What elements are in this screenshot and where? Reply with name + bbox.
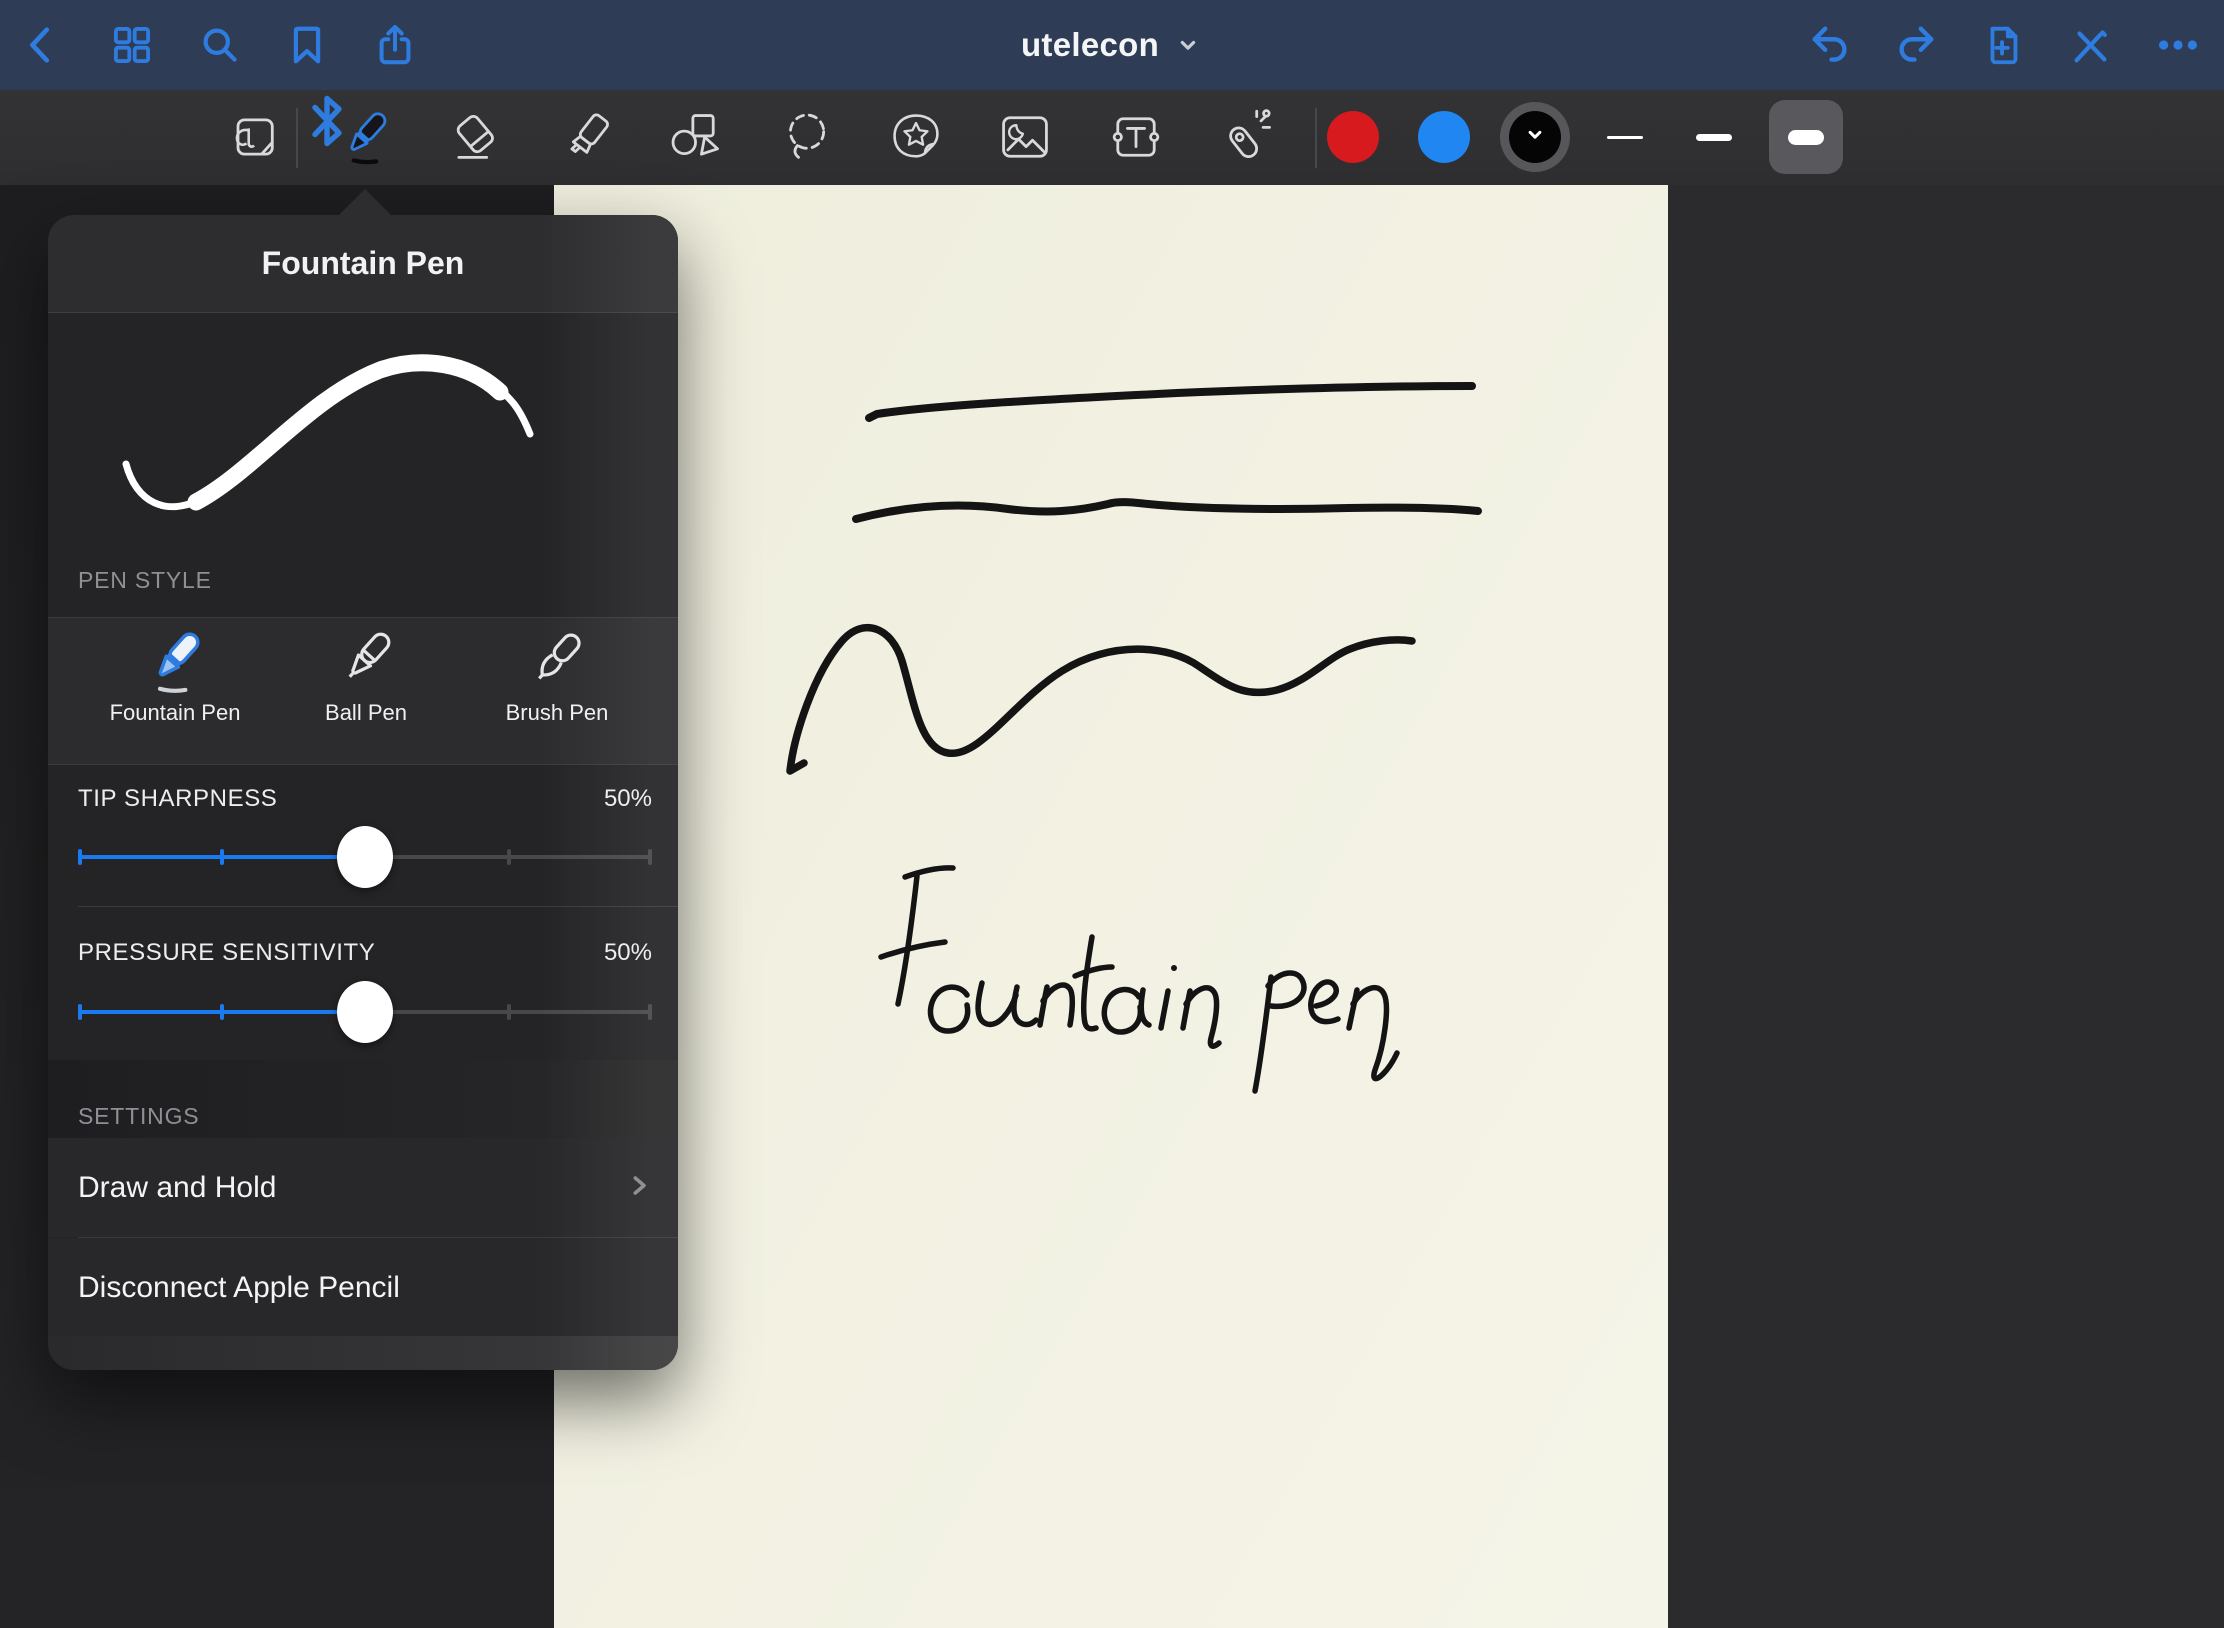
text-tool[interactable] <box>1100 97 1172 177</box>
navbar: utelecon <box>0 0 2224 90</box>
bookmark-button[interactable] <box>281 19 333 71</box>
lasso-icon <box>776 107 836 167</box>
pressure-sensitivity-slider[interactable] <box>78 977 652 1047</box>
chevron-down-icon <box>1173 30 1203 60</box>
ink-strokes <box>554 185 1668 1628</box>
color-swatch-red[interactable] <box>1327 111 1379 163</box>
more-ellipsis-icon <box>2155 22 2201 68</box>
text-icon <box>1106 107 1166 167</box>
search-icon <box>197 22 243 68</box>
disconnect-apple-pencil-label: Disconnect Apple Pencil <box>78 1271 400 1305</box>
popover-arrow <box>338 189 392 216</box>
pressure-sensitivity-label: PRESSURE SENSITIVITY <box>78 939 375 967</box>
ink-handwriting <box>881 868 1397 1091</box>
slider-thumb[interactable] <box>337 826 393 888</box>
thumbnails-grid-icon <box>109 22 155 68</box>
popover-header: Fountain Pen <box>48 215 678 313</box>
stroke-width-thin[interactable] <box>1588 100 1662 174</box>
pen-option-brush[interactable]: Brush Pen <box>462 624 652 758</box>
laser-pointer-icon <box>1216 107 1276 167</box>
back-button[interactable] <box>16 19 68 71</box>
chevron-down-icon <box>1522 122 1548 148</box>
pointer-tool[interactable] <box>1210 97 1282 177</box>
highlighter-icon <box>558 107 618 167</box>
image-tool[interactable] <box>989 97 1061 177</box>
thumbnails-button[interactable] <box>106 19 158 71</box>
toolbar-divider <box>1315 108 1317 168</box>
ink-line-2 <box>856 502 1478 519</box>
share-button[interactable] <box>369 19 421 71</box>
canvas-outside-right <box>1668 185 2224 1628</box>
sticker-tool[interactable] <box>880 97 952 177</box>
shapes-icon <box>665 107 725 167</box>
search-button[interactable] <box>194 19 246 71</box>
pen-option-label: Ball Pen <box>325 700 407 726</box>
undo-icon <box>1807 22 1853 68</box>
pen-mode-toggle-button[interactable] <box>2064 19 2116 71</box>
pressure-sensitivity-value: 50% <box>604 939 652 967</box>
image-icon <box>995 107 1055 167</box>
toolbar <box>0 90 2224 185</box>
add-page-icon <box>1980 22 2026 68</box>
tip-sharpness-value: 50% <box>604 785 652 813</box>
pen-option-fountain[interactable]: Fountain Pen <box>80 624 270 758</box>
undo-button[interactable] <box>1804 19 1856 71</box>
pen-stroke-preview <box>48 312 678 592</box>
pen-style-row: Fountain Pen Ball Pen Brush Pen <box>48 617 678 765</box>
settings-band: SETTINGS <box>48 1060 678 1139</box>
bookmark-icon <box>284 22 330 68</box>
more-button[interactable] <box>2152 19 2204 71</box>
popover-title: Fountain Pen <box>262 245 465 282</box>
slider-thumb[interactable] <box>337 981 393 1043</box>
shapes-tool[interactable] <box>659 97 731 177</box>
stroke-width-thick-selected[interactable] <box>1769 100 1843 174</box>
stroke-width-medium[interactable] <box>1677 100 1751 174</box>
ink-line-1 <box>869 386 1472 418</box>
zoom-window-tool[interactable] <box>217 97 289 177</box>
tip-sharpness-label: TIP SHARPNESS <box>78 785 277 813</box>
color-swatch-blue[interactable] <box>1418 111 1470 163</box>
pen-option-ball[interactable]: Ball Pen <box>271 624 461 758</box>
fountain-pen-icon <box>138 624 212 698</box>
redo-button[interactable] <box>1890 19 1942 71</box>
share-icon <box>372 22 418 68</box>
chevron-right-icon <box>624 1170 654 1200</box>
ink-wave <box>790 628 1412 771</box>
color-swatch-black-selected[interactable] <box>1509 111 1561 163</box>
sticker-icon <box>886 107 946 167</box>
redo-icon <box>1893 22 1939 68</box>
pen-tool[interactable] <box>329 97 401 177</box>
ball-pen-icon <box>329 624 403 698</box>
add-page-button[interactable] <box>1977 19 2029 71</box>
zoom-window-icon <box>223 107 283 167</box>
eraser-tool[interactable] <box>440 97 512 177</box>
pen-style-section-label: PEN STYLE <box>78 567 212 594</box>
pen-option-label: Brush Pen <box>506 700 609 726</box>
goodnotes-app: utelecon <box>0 0 2224 1628</box>
document-title-menu[interactable]: utelecon <box>1021 26 1203 64</box>
popover-footer <box>48 1336 678 1370</box>
pen-settings-popover: Fountain Pen PEN STYLE Fountain Pen <box>48 215 678 1370</box>
settings-section-label: SETTINGS <box>78 1103 199 1130</box>
draw-and-hold-row[interactable]: Draw and Hold <box>48 1138 678 1237</box>
draw-and-hold-label: Draw and Hold <box>78 1171 276 1205</box>
bluetooth-icon <box>297 91 357 156</box>
highlighter-tool[interactable] <box>552 97 624 177</box>
divider <box>78 906 678 907</box>
brush-pen-icon <box>520 624 594 698</box>
pen-option-label: Fountain Pen <box>110 700 241 726</box>
note-paper[interactable] <box>554 185 1668 1628</box>
lasso-tool[interactable] <box>770 97 842 177</box>
tip-sharpness-slider[interactable] <box>78 822 652 892</box>
disconnect-apple-pencil-row[interactable]: Disconnect Apple Pencil <box>48 1238 678 1337</box>
page-title: utelecon <box>1021 26 1159 64</box>
pen-mode-toggle-icon <box>2067 22 2113 68</box>
eraser-icon <box>446 107 506 167</box>
back-icon <box>19 22 65 68</box>
